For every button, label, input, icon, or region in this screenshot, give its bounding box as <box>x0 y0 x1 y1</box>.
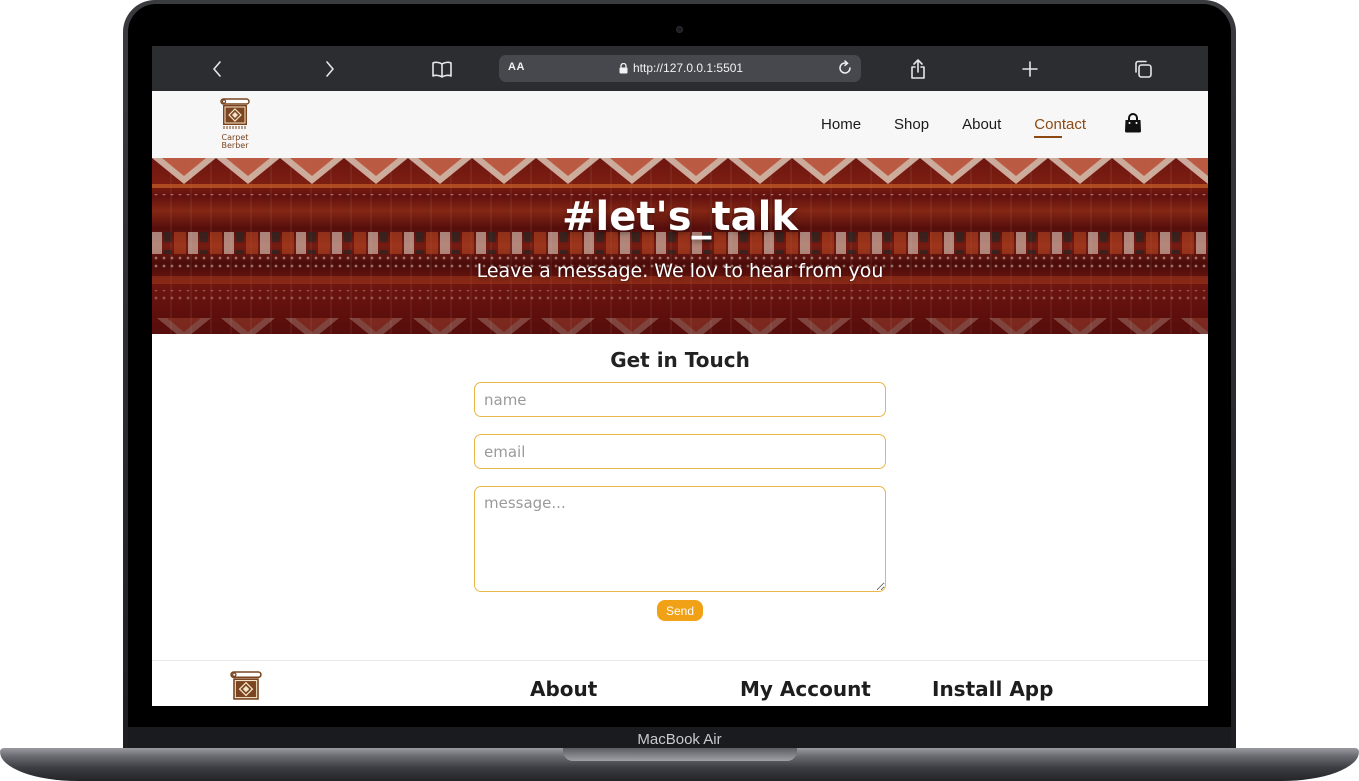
forward-button[interactable] <box>315 46 345 91</box>
email-field[interactable] <box>474 434 886 469</box>
footer-heading-about: About <box>530 677 598 701</box>
hero-title: #let's_talk <box>562 194 798 240</box>
reload-button[interactable] <box>837 60 853 81</box>
url-display[interactable]: http://127.0.0.1:5501 <box>619 61 743 75</box>
nav-shop[interactable]: Shop <box>894 116 929 133</box>
logo-text-line2: Berber <box>221 141 249 150</box>
book-icon <box>432 61 452 78</box>
back-button[interactable] <box>202 46 232 91</box>
url-text: http://127.0.0.1:5501 <box>633 61 744 75</box>
reload-icon <box>839 60 851 74</box>
cart-button[interactable] <box>1124 112 1142 137</box>
browser-screen: AA http://127.0.0.1:5501 Carpet Berber H… <box>152 46 1208 706</box>
camera-icon <box>676 26 683 33</box>
tabs-overview-button[interactable] <box>1128 46 1158 91</box>
address-bar[interactable]: AA http://127.0.0.1:5501 <box>499 55 861 82</box>
carpet-logo-icon <box>220 98 250 129</box>
main-nav: Home Shop About Contact <box>821 91 1208 158</box>
nav-home[interactable]: Home <box>821 116 861 133</box>
hero-banner: #let's_talk Leave a message. We lov to h… <box>152 158 1208 334</box>
share-button[interactable] <box>903 46 933 91</box>
chevron-right-icon <box>326 60 334 77</box>
site-logo[interactable]: Carpet Berber <box>216 98 254 150</box>
form-title: Get in Touch <box>610 348 750 372</box>
plus-icon <box>1022 60 1038 77</box>
share-icon <box>911 58 925 79</box>
tabs-icon <box>1135 60 1152 78</box>
footer-logo[interactable] <box>230 669 262 706</box>
shopping-bag-icon <box>1125 112 1141 132</box>
site-footer: About My Account Install App <box>152 660 1208 706</box>
carpet-pattern-image <box>152 158 1208 334</box>
lock-icon <box>619 62 628 73</box>
nav-contact[interactable]: Contact <box>1034 116 1086 138</box>
browser-toolbar: AA http://127.0.0.1:5501 <box>152 46 1208 91</box>
text-size-button[interactable]: AA <box>508 61 525 73</box>
carpet-logo-icon <box>230 671 262 700</box>
hero-subtitle: Leave a message. We lov to hear from you <box>476 260 884 282</box>
laptop-notch <box>563 748 797 761</box>
send-button[interactable]: Send <box>657 600 703 621</box>
site-header: Carpet Berber Home Shop About Contact <box>152 91 1208 158</box>
message-field[interactable] <box>474 486 886 592</box>
bookmarks-button[interactable] <box>427 46 457 91</box>
name-field[interactable] <box>474 382 886 417</box>
footer-heading-install: Install App <box>932 677 1054 701</box>
new-tab-button[interactable] <box>1015 46 1045 91</box>
nav-about[interactable]: About <box>962 116 1001 133</box>
contact-form: Get in Touch Send <box>152 334 1208 660</box>
chevron-left-icon <box>213 60 221 77</box>
footer-heading-account: My Account <box>740 677 871 701</box>
